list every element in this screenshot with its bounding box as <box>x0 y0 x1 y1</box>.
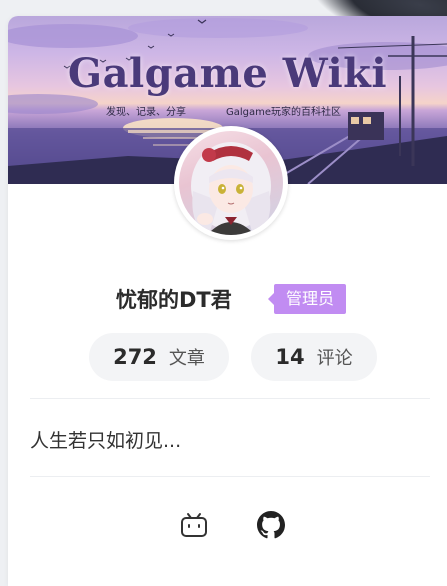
stat-comments[interactable]: 14 评论 <box>251 333 377 381</box>
avatar-image <box>179 131 283 235</box>
divider-bottom <box>30 476 430 477</box>
bio-text: 人生若只如初见... <box>30 430 182 452</box>
username: 忧郁的DT君 <box>116 288 232 312</box>
github-link[interactable] <box>256 510 286 540</box>
stat-comments-value: 14 <box>275 345 305 369</box>
github-icon <box>257 511 285 539</box>
stat-comments-label: 评论 <box>316 348 353 369</box>
bilibili-link[interactable] <box>179 510 209 540</box>
divider-top <box>30 398 430 399</box>
stat-articles-label: 文章 <box>168 348 205 369</box>
avatar[interactable] <box>174 126 288 240</box>
banner-subtitle-left: 发现、记录、分享 <box>106 107 186 118</box>
bilibili-icon <box>181 513 207 537</box>
stat-articles[interactable]: 272 文章 <box>89 333 229 381</box>
profile-card: Galgame Wiki 发现、记录、分享 Galgame玩家的百科社区 忧郁的… <box>8 16 447 586</box>
stat-articles-value: 272 <box>113 345 157 369</box>
banner-title: Galgame Wiki <box>67 50 388 97</box>
name-row: 忧郁的DT君 管理员 <box>8 284 447 314</box>
role-badge: 管理员 <box>267 284 347 314</box>
banner-subtitle-right: Galgame玩家的百科社区 <box>226 107 342 118</box>
